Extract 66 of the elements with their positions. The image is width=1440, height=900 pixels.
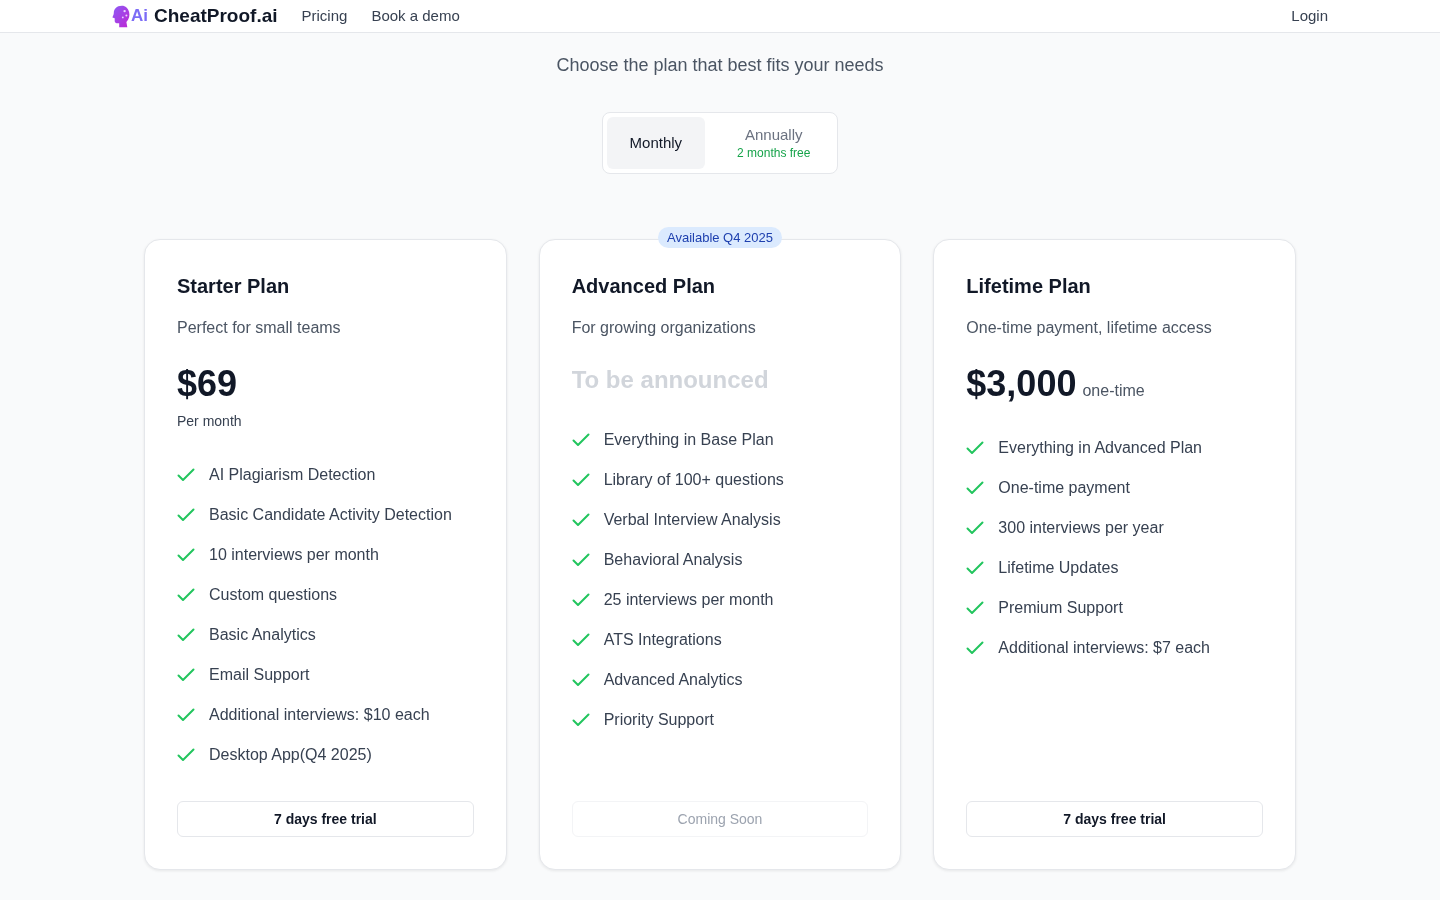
- plan-price: $3,000: [966, 364, 1077, 404]
- feature-text: Verbal Interview Analysis: [603, 510, 781, 530]
- check-icon: [966, 441, 985, 455]
- feature-text: Additional interviews: $7 each: [998, 638, 1210, 658]
- check-icon: [571, 633, 590, 647]
- nav-link[interactable]: Pricing: [301, 6, 348, 26]
- check-icon: [571, 553, 590, 567]
- feature-text: Everything in Base Plan: [603, 430, 774, 450]
- availability-badge: Available Q4 2025: [658, 227, 782, 248]
- feature-text: 300 interviews per year: [998, 518, 1164, 538]
- feature-text: Custom questions: [209, 585, 338, 605]
- feature-text: Email Support: [209, 665, 310, 685]
- feature-text: ATS Integrations: [603, 630, 722, 650]
- check-icon: [177, 668, 195, 682]
- head-profile-icon: [112, 3, 130, 29]
- plan-name: Lifetime Plan: [966, 274, 1092, 299]
- check-icon: [571, 713, 590, 727]
- check-icon: [177, 748, 195, 762]
- feature-text: Priority Support: [603, 710, 714, 730]
- check-icon: [177, 588, 195, 602]
- login-link[interactable]: Login: [1291, 6, 1328, 26]
- check-icon: [966, 481, 985, 495]
- feature-text: Lifetime Updates: [998, 558, 1119, 578]
- check-icon: [177, 628, 195, 642]
- billing-period: Per month: [177, 412, 243, 431]
- check-icon: [177, 708, 195, 722]
- billing-option-tab[interactable]: Annually 2 months free: [714, 117, 834, 169]
- page-subtitle: Choose the plan that best fits your needs: [556, 54, 884, 77]
- check-icon: [571, 433, 590, 447]
- feature-text: Additional interviews: $10 each: [209, 705, 430, 725]
- check-icon: [966, 601, 985, 615]
- feature-text: 25 interviews per month: [603, 590, 774, 610]
- feature-text: 10 interviews per month: [209, 545, 379, 565]
- plan-action-button[interactable]: 7 days free trial: [177, 801, 474, 837]
- feature-text: Desktop App(Q4 2025): [209, 745, 372, 765]
- feature-text: Behavioral Analysis: [603, 550, 743, 570]
- check-icon: [177, 508, 195, 522]
- plan-description: For growing organizations: [571, 318, 757, 338]
- check-icon: [571, 473, 590, 487]
- feature-text: Library of 100+ questions: [603, 470, 784, 490]
- check-icon: [966, 521, 985, 535]
- feature-text: AI Plagiarism Detection: [209, 465, 376, 485]
- plan-description: One-time payment, lifetime access: [966, 318, 1213, 338]
- brand-name[interactable]: CheatProof.ai: [154, 4, 278, 28]
- price-suffix: one-time: [1082, 382, 1145, 400]
- logo-mark: Ai: [131, 6, 148, 26]
- check-icon: [571, 673, 590, 687]
- feature-text: Premium Support: [998, 598, 1123, 618]
- check-icon: [177, 468, 195, 482]
- feature-text: One-time payment: [998, 478, 1130, 498]
- check-icon: [966, 641, 985, 655]
- check-icon: [177, 548, 195, 562]
- check-icon: [966, 561, 985, 575]
- plan-price: $69: [177, 364, 238, 404]
- check-icon: [571, 593, 590, 607]
- plan-action-button[interactable]: 7 days free trial: [966, 801, 1263, 837]
- feature-text: Basic Analytics: [209, 625, 316, 645]
- plan-description: Perfect for small teams: [177, 318, 342, 338]
- check-icon: [571, 513, 590, 527]
- feature-text: Basic Candidate Activity Detection: [209, 505, 452, 525]
- feature-text: Advanced Analytics: [603, 670, 743, 690]
- feature-text: Everything in Advanced Plan: [998, 438, 1202, 458]
- plan-name: Advanced Plan: [571, 274, 717, 299]
- nav-link[interactable]: Book a demo: [371, 6, 460, 26]
- plan-name: Starter Plan: [177, 274, 291, 299]
- billing-option-tab[interactable]: Monthly: [606, 117, 706, 169]
